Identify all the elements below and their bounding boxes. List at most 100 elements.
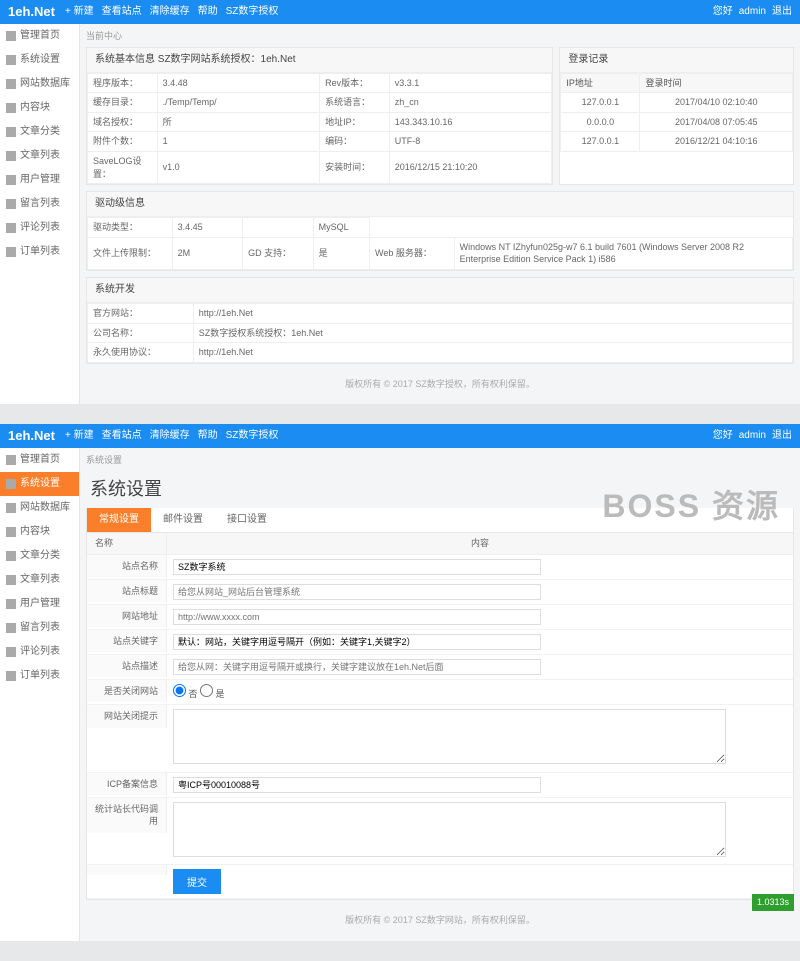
- sidebar-item-9[interactable]: 订单列表: [0, 240, 79, 264]
- logout-link[interactable]: 退出: [772, 5, 792, 19]
- user-link[interactable]: admin: [739, 429, 766, 443]
- table-row: 程序版本：3.4.48Rev版本：v3.3.1: [88, 73, 552, 93]
- radio-5-0[interactable]: [173, 684, 186, 697]
- field-3[interactable]: [173, 634, 541, 650]
- field-1[interactable]: [173, 584, 541, 600]
- submit-button[interactable]: 提交: [173, 869, 221, 894]
- menu-icon: [6, 575, 16, 585]
- field-0[interactable]: [173, 559, 541, 575]
- sidebar-item-8[interactable]: 评论列表: [0, 640, 79, 664]
- nav-help[interactable]: 帮助: [198, 5, 218, 19]
- sidebar-item-2[interactable]: 网站数据库: [0, 72, 79, 96]
- table-row: 公司名称：SZ数字授权系统授权：1eh.Net: [88, 323, 793, 343]
- sidebar-item-3[interactable]: 内容块: [0, 520, 79, 544]
- nav-clear-cache[interactable]: 清除缓存: [150, 429, 190, 443]
- sidebar: 管理首页系统设置网站数据库内容块文章分类文章列表用户管理留言列表评论列表订单列表: [0, 24, 80, 404]
- table-row: 文件上传限制：2MGD 支持：是Web 服务器：Windows NT IZhyf…: [88, 237, 793, 269]
- logout-link[interactable]: 退出: [772, 429, 792, 443]
- field-4[interactable]: [173, 659, 541, 675]
- table-row: 0.0.0.02017/04/08 07:05:45: [561, 112, 793, 132]
- sidebar: 管理首页系统设置网站数据库内容块文章分类文章列表用户管理留言列表评论列表订单列表: [0, 448, 80, 941]
- top-nav: + 新建 查看站点 清除缓存 帮助 SZ数字授权: [65, 429, 713, 443]
- perf-badge: 1.0313s: [752, 894, 794, 911]
- form-row: 网站地址: [87, 605, 793, 630]
- field-8[interactable]: [173, 802, 726, 857]
- sidebar-item-7[interactable]: 留言列表: [0, 616, 79, 640]
- dev-table: 官方网站：http://1eh.Net公司名称：SZ数字授权系统授权：1eh.N…: [87, 303, 793, 363]
- user-link[interactable]: admin: [739, 5, 766, 19]
- settings-form: 站点名称站点标题网站地址站点关键字站点描述是否关闭网站 否 是网站关闭提示ICP…: [87, 555, 793, 866]
- breadcrumb: 系统设置: [86, 454, 794, 467]
- sidebar-item-6[interactable]: 用户管理: [0, 592, 79, 616]
- menu-icon: [6, 599, 16, 609]
- tab-api[interactable]: 接口设置: [215, 508, 279, 532]
- menu-icon: [6, 503, 16, 513]
- sidebar-item-7[interactable]: 留言列表: [0, 192, 79, 216]
- menu-icon: [6, 223, 16, 233]
- nav-clear-cache[interactable]: 清除缓存: [150, 5, 190, 19]
- sidebar-item-4[interactable]: 文章分类: [0, 544, 79, 568]
- logo: 1eh.Net: [8, 3, 55, 21]
- nav-new[interactable]: + 新建: [65, 429, 94, 443]
- sidebar-item-5[interactable]: 文章列表: [0, 144, 79, 168]
- sidebar-item-2[interactable]: 网站数据库: [0, 496, 79, 520]
- sidebar-item-3[interactable]: 内容块: [0, 96, 79, 120]
- menu-icon: [6, 455, 16, 465]
- table-row: 永久使用协议：http://1eh.Net: [88, 343, 793, 363]
- logo: 1eh.Net: [8, 427, 55, 445]
- page-title: 系统设置: [86, 471, 794, 508]
- footer: 版权所有 © 2017 SZ数字授权，所有权利保留。: [86, 370, 794, 399]
- field-2[interactable]: [173, 609, 541, 625]
- menu-icon: [6, 527, 16, 537]
- settings-th: 名称 内容: [87, 533, 793, 555]
- login-title: 登录记录: [560, 48, 793, 73]
- nav-license[interactable]: SZ数字授权: [226, 5, 279, 19]
- sidebar-item-6[interactable]: 用户管理: [0, 168, 79, 192]
- topbar: 1eh.Net + 新建 查看站点 清除缓存 帮助 SZ数字授权 您好 admi…: [0, 0, 800, 24]
- sidebar-item-0[interactable]: 管理首页: [0, 448, 79, 472]
- table-row: 附件个数：1编码：UTF-8: [88, 132, 552, 152]
- sidebar-item-1[interactable]: 系统设置: [0, 48, 79, 72]
- field-7[interactable]: [173, 777, 541, 793]
- sidebar-item-0[interactable]: 管理首页: [0, 24, 79, 48]
- sidebar-item-4[interactable]: 文章分类: [0, 120, 79, 144]
- nav-view-site[interactable]: 查看站点: [102, 5, 142, 19]
- sidebar-item-1[interactable]: 系统设置: [0, 472, 79, 496]
- footer: 版权所有 © 2017 SZ数字网站，所有权利保留。: [86, 906, 794, 935]
- tabs: 常规设置 邮件设置 接口设置: [87, 508, 793, 533]
- top-links: 您好 admin 退出: [713, 429, 792, 443]
- form-row: 是否关闭网站 否 是: [87, 680, 793, 706]
- form-row: ICP备案信息: [87, 773, 793, 798]
- tab-general[interactable]: 常规设置: [87, 508, 151, 532]
- form-row: 站点名称: [87, 555, 793, 580]
- menu-icon: [6, 479, 16, 489]
- tab-email[interactable]: 邮件设置: [151, 508, 215, 532]
- form-row: 统计站长代码调用: [87, 798, 793, 866]
- sidebar-item-5[interactable]: 文章列表: [0, 568, 79, 592]
- menu-icon: [6, 31, 16, 41]
- menu-icon: [6, 247, 16, 257]
- menu-icon: [6, 551, 16, 561]
- dev-title: 系统开发: [87, 278, 793, 303]
- greet: 您好: [713, 5, 733, 19]
- menu-icon: [6, 199, 16, 209]
- topbar: 1eh.Net + 新建 查看站点 清除缓存 帮助 SZ数字授权 您好 admi…: [0, 424, 800, 448]
- radio-5-1[interactable]: [200, 684, 213, 697]
- greet: 您好: [713, 429, 733, 443]
- menu-icon: [6, 151, 16, 161]
- login-table: IP地址登录时间127.0.0.12017/04/10 02:10:400.0.…: [560, 73, 793, 152]
- nav-new[interactable]: + 新建: [65, 5, 94, 19]
- field-6[interactable]: [173, 709, 726, 764]
- nav-license[interactable]: SZ数字授权: [226, 429, 279, 443]
- nav-help[interactable]: 帮助: [198, 429, 218, 443]
- sidebar-item-9[interactable]: 订单列表: [0, 664, 79, 688]
- menu-icon: [6, 623, 16, 633]
- sysinfo-table: 程序版本：3.4.48Rev版本：v3.3.1缓存目录：./Temp/Temp/…: [87, 73, 552, 185]
- sidebar-item-8[interactable]: 评论列表: [0, 216, 79, 240]
- table-row: 127.0.0.12016/12/21 04:10:16: [561, 132, 793, 152]
- table-row: 驱动类型：3.4.45MySQL: [88, 218, 793, 238]
- menu-icon: [6, 175, 16, 185]
- nav-view-site[interactable]: 查看站点: [102, 429, 142, 443]
- menu-icon: [6, 127, 16, 137]
- form-row: 站点描述: [87, 655, 793, 680]
